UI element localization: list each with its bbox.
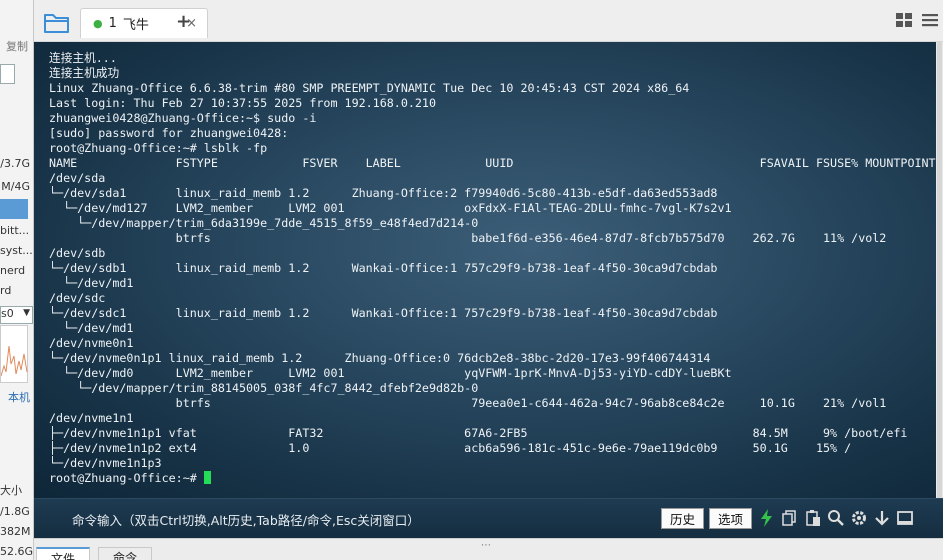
side-text-6: rd [0,284,12,297]
side-mini-chart [0,325,28,383]
terminal-line: └─/dev/sda1 linux_raid_memb 1.2 Zhuang-O… [49,186,718,200]
arrow-down-icon[interactable] [872,508,892,528]
terminal-scrollbar[interactable] [936,42,943,498]
tab-number: 1 [108,16,117,31]
terminal-line: 连接主机... [49,51,117,65]
side-text-1: /3.7G [0,157,30,170]
terminal-output: 连接主机... 连接主机成功 Linux Zhuang-Office 6.6.38-… [49,51,936,486]
tab-title: 飞牛 [122,18,149,33]
terminal-line: root@Zhuang-Office:~# lsblk -fp [49,141,268,155]
terminal-area[interactable]: 连接主机... 连接主机成功 Linux Zhuang-Office 6.6.38-… [34,42,936,498]
app-window: 复制 /3.7G M/4G bitt... syst... nerd rd s0… [0,0,943,560]
terminal-line: /dev/nvme1n1 [49,411,134,425]
side-dropdown-value: s0 [1,307,14,320]
terminal-line: └─/dev/md1 [49,276,134,290]
terminal-line: 连接主机成功 [49,66,120,80]
side-text-size: 大小 [0,484,22,497]
terminal-line: ├─/dev/nvme1n1p2 ext4 1.0 acb6a596-181c-… [49,441,852,455]
lightning-icon[interactable] [757,508,777,528]
side-text-4: syst... [0,244,33,257]
side-text-7: /1.8G [0,505,30,518]
side-text-9: 52.6G [0,545,34,558]
side-selected-row[interactable] [0,199,28,219]
terminal-line: zhuangwei0428@Zhuang-Office:~$ sudo -i [49,111,317,125]
terminal-line: └─/dev/mapper/trim_6da3199e_7dde_4515_8f… [49,216,479,230]
side-text-8: 382M [0,525,31,538]
chevron-down-icon: ▼ [23,308,30,318]
terminal-line: └─/dev/md127 LVM2_member LVM2 001 oxFdxX… [49,201,732,215]
left-side-panel: 复制 /3.7G M/4G bitt... syst... nerd rd s0… [0,0,34,560]
bottom-tab-bar: ⋯ 文件 命令 [34,538,943,560]
folder-icon[interactable] [42,9,72,35]
command-input-hint[interactable]: 命令输入（双击Ctrl切换,Alt历史,Tab路径/命令,Esc关闭窗口） [72,510,420,529]
terminal-line: └─/dev/md0 LVM2_member LVM2 001 yqVFWM-1… [49,366,732,380]
history-button[interactable]: 历史 [661,508,704,529]
terminal-line: [sudo] password for zhuangwei0428: [49,126,289,140]
terminal-line: └─/dev/nvme0n1p1 linux_raid_memb 1.2 Zhu… [49,351,711,365]
terminal-line: └─/dev/md1 [49,321,134,335]
gear-icon[interactable] [849,508,869,528]
grid-layout-icon[interactable] [895,11,913,29]
command-bar-icons [757,508,915,528]
tabbar-icons [895,11,939,29]
connected-dot-icon: ● [93,17,103,30]
tab-bar: ● 1 飞牛 × + [34,0,943,42]
terminal-line: /dev/sdc [49,291,106,305]
copy-icon[interactable] [780,508,800,528]
terminal-prompt: root@Zhuang-Office:~# [49,471,204,485]
terminal-line: └─/dev/mapper/trim_88145005_038f_4fc7_84… [49,381,479,395]
terminal-line: btrfs 79eea0e1-c644-462a-94c7-96ab8ce84c… [49,396,887,410]
terminal-line: Linux Zhuang-Office 6.6.38-trim #80 SMP … [49,81,690,95]
paste-icon[interactable] [803,508,823,528]
add-tab-button[interactable]: + [176,11,191,32]
side-text-2: M/4G [1,180,30,193]
command-input-bar[interactable]: 命令输入（双击Ctrl切换,Alt历史,Tab路径/命令,Esc关闭窗口） 历史… [34,498,943,538]
terminal-line: /dev/nvme0n1 [49,336,134,350]
tab-files[interactable]: 文件 [36,547,91,560]
side-text-5: nerd [0,264,26,277]
window-icon[interactable] [895,508,915,528]
terminal-line: └─/dev/sdb1 linux_raid_memb 1.2 Wankai-O… [49,261,718,275]
options-button[interactable]: 选项 [709,508,752,529]
search-icon[interactable] [826,508,846,528]
side-dropdown[interactable]: s0 ▼ [0,306,33,324]
menu-icon[interactable] [921,11,939,29]
scrollbar-thumb[interactable] [937,42,942,498]
terminal-line: ├─/dev/nvme1n1p1 vfat FAT32 67A6-2FB5 84… [49,426,908,440]
tab-commands[interactable]: 命令 [98,547,153,560]
terminal-line: NAME FSTYPE FSVER LABEL UUID FSAVAIL FSU… [49,156,936,170]
terminal-prompt-line: root@Zhuang-Office:~# [49,471,936,486]
resize-grip-icon[interactable]: ⋯ [481,540,492,551]
terminal-line: btrfs babe1f6d-e356-46e4-87d7-8fcb7b575d… [49,231,887,245]
side-text-3: bitt... [0,224,30,237]
terminal-line: /dev/sda [49,171,106,185]
terminal-line: └─/dev/nvme1n1p3 [49,456,162,470]
terminal-line: /dev/sdb [49,246,106,260]
side-link-local[interactable]: 本机 [8,389,30,405]
side-input-box[interactable] [0,64,15,84]
terminal-line: └─/dev/sdc1 linux_raid_memb 1.2 Wankai-O… [49,306,718,320]
terminal-line: Last login: Thu Feb 27 10:37:55 2025 fro… [49,96,437,110]
terminal-cursor [203,471,211,484]
copy-label[interactable]: 复制 [6,38,28,54]
